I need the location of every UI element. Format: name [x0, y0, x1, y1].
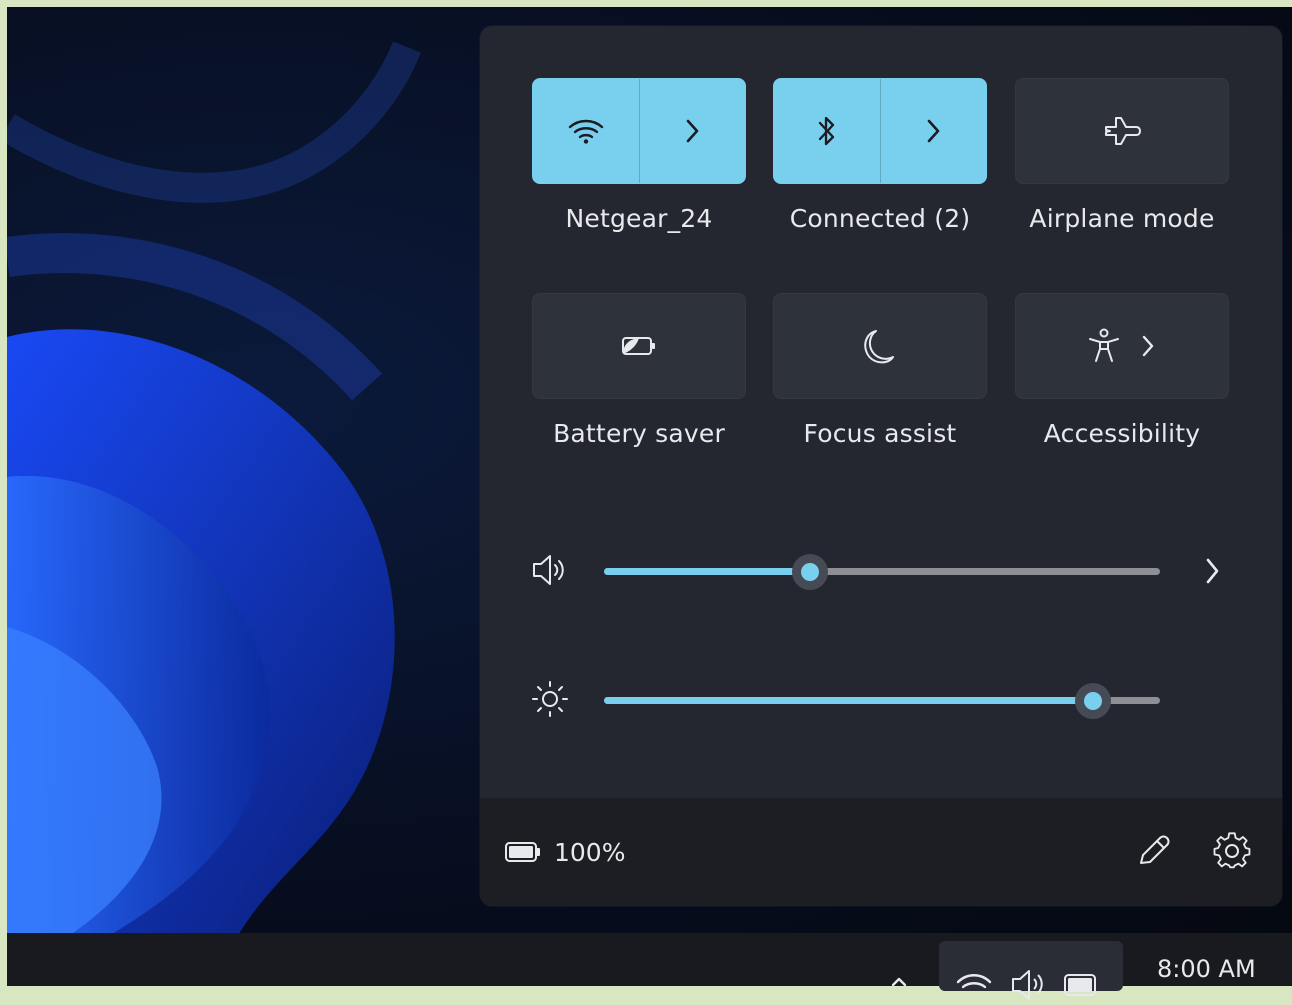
volume-slider-fill — [604, 568, 810, 575]
focus-assist-tile[interactable] — [773, 293, 987, 399]
wifi-icon — [956, 974, 992, 989]
battery-saver-tile-label: Battery saver — [553, 419, 725, 448]
focus-assist-tile-label: Focus assist — [803, 419, 957, 448]
accessibility-tile-label: Accessibility — [1043, 419, 1201, 448]
chevron-right-icon — [686, 119, 699, 143]
battery-percentage: 100% — [554, 838, 626, 867]
volume-slider-row — [530, 550, 1230, 590]
wifi-expand-button[interactable] — [640, 79, 746, 183]
wifi-icon — [568, 119, 603, 144]
bluetooth-toggle-button[interactable] — [774, 79, 880, 183]
battery-saver-icon — [622, 337, 655, 355]
bluetooth-tile-label: Connected (2) — [789, 204, 971, 233]
quick-settings-footer: 100% — [480, 798, 1282, 906]
brightness-slider-row — [530, 679, 1230, 719]
airplane-mode-tile[interactable] — [1015, 78, 1229, 184]
chevron-right-icon[interactable] — [1202, 556, 1222, 586]
brightness-slider-fill — [604, 697, 1094, 704]
chevron-up-icon[interactable] — [889, 971, 909, 991]
bluetooth-icon — [818, 116, 834, 146]
quick-settings-panel: Netgear_24 Connected (2) Airplane mode B… — [480, 26, 1282, 906]
battery-saver-tile[interactable] — [532, 293, 746, 399]
brightness-slider[interactable] — [604, 683, 1160, 719]
moon-icon — [864, 330, 894, 364]
brightness-slider-thumb[interactable] — [1075, 683, 1112, 719]
wifi-tile-label: Netgear_24 — [565, 204, 713, 233]
wifi-toggle-button[interactable] — [533, 79, 639, 183]
volume-icon[interactable] — [530, 550, 570, 590]
system-tray-button[interactable] — [939, 941, 1123, 1000]
wifi-tile[interactable] — [532, 78, 746, 184]
taskbar-clock[interactable]: 8:00 AM — [1157, 955, 1256, 983]
volume-icon — [1012, 970, 1043, 1000]
volume-slider[interactable] — [604, 554, 1160, 590]
airplane-icon — [1105, 117, 1141, 145]
taskbar: 8:00 AM — [7, 933, 1292, 1000]
battery-icon — [505, 842, 540, 862]
airplane-mode-tile-label: Airplane mode — [1029, 204, 1215, 233]
pencil-icon[interactable] — [1133, 831, 1173, 871]
battery-icon — [1064, 974, 1096, 996]
accessibility-tile[interactable] — [1015, 293, 1229, 399]
bloom-wallpaper — [7, 41, 421, 937]
chevron-right-icon — [927, 119, 940, 143]
brightness-icon — [532, 681, 568, 717]
volume-slider-thumb[interactable] — [791, 554, 828, 590]
accessibility-icon — [1089, 328, 1119, 362]
chevron-right-icon[interactable] — [1138, 333, 1158, 359]
bluetooth-tile[interactable] — [773, 78, 987, 184]
bluetooth-expand-button[interactable] — [881, 79, 987, 183]
gear-icon[interactable] — [1212, 831, 1252, 871]
